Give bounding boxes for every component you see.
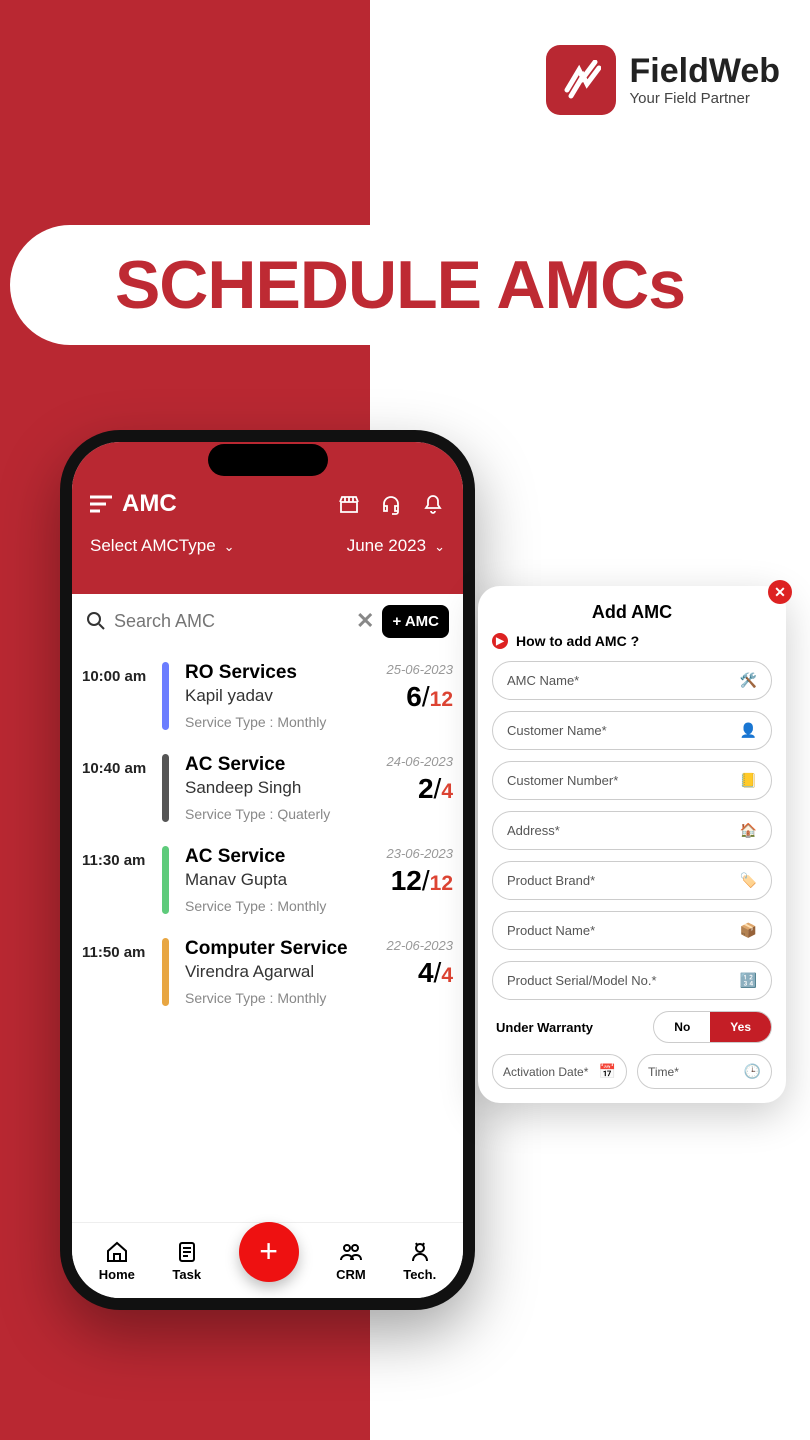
customer-name: Kapil yadav bbox=[185, 686, 377, 706]
product-name-field[interactable]: Product Name*📦 bbox=[492, 911, 772, 950]
item-count: 4/4 bbox=[387, 957, 454, 989]
month-selector[interactable]: June 2023⌄ bbox=[347, 536, 445, 556]
modal-title: Add AMC bbox=[492, 602, 772, 623]
app-title: AMC bbox=[122, 490, 177, 518]
color-bar bbox=[162, 662, 169, 730]
close-icon[interactable]: ✕ bbox=[768, 580, 792, 604]
chevron-down-icon: ⌄ bbox=[434, 539, 445, 555]
bell-icon[interactable] bbox=[421, 492, 445, 516]
customer-name: Manav Gupta bbox=[185, 870, 377, 890]
address-field[interactable]: Address*🏠 bbox=[492, 811, 772, 850]
nav-task[interactable]: Task bbox=[172, 1239, 201, 1282]
contact-icon: 📒 bbox=[740, 772, 757, 789]
tools-icon: 🛠️ bbox=[740, 672, 757, 689]
page-title: SCHEDULE AMCs bbox=[115, 246, 685, 324]
tag-icon: 🏷️ bbox=[740, 872, 757, 889]
person-icon: 👤 bbox=[740, 722, 757, 739]
headset-icon[interactable] bbox=[379, 492, 403, 516]
calendar-icon: 📅 bbox=[599, 1063, 616, 1080]
color-bar bbox=[162, 938, 169, 1006]
clock-icon: 🕒 bbox=[744, 1063, 761, 1080]
item-count: 2/4 bbox=[387, 773, 454, 805]
menu-icon[interactable] bbox=[90, 495, 112, 513]
amc-item[interactable]: 10:40 am AC Service Sandeep Singh Servic… bbox=[82, 742, 453, 834]
amc-item[interactable]: 10:00 am RO Services Kapil yadav Service… bbox=[82, 650, 453, 742]
crm-icon bbox=[339, 1239, 363, 1265]
store-icon[interactable] bbox=[337, 492, 361, 516]
item-date: 23-06-2023 bbox=[387, 846, 454, 861]
amc-list: 10:00 am RO Services Kapil yadav Service… bbox=[72, 644, 463, 1018]
nav-crm[interactable]: CRM bbox=[336, 1239, 366, 1282]
color-bar bbox=[162, 846, 169, 914]
search-icon bbox=[86, 611, 106, 631]
customer-name: Sandeep Singh bbox=[185, 778, 377, 798]
service-meta: Service Type : Monthly bbox=[185, 714, 377, 730]
fab-add[interactable]: + bbox=[239, 1222, 299, 1282]
item-date: 22-06-2023 bbox=[387, 938, 454, 953]
app-header: AMC Select AMCType⌄ June 2023⌄ bbox=[72, 442, 463, 594]
page-title-pill: SCHEDULE AMCs bbox=[10, 225, 790, 345]
item-date: 25-06-2023 bbox=[387, 662, 454, 677]
chevron-down-icon: ⌄ bbox=[224, 539, 235, 555]
serial-field[interactable]: Product Serial/Model No.*🔢 bbox=[492, 961, 772, 1000]
nav-home[interactable]: Home bbox=[99, 1239, 135, 1282]
item-count: 6/12 bbox=[387, 681, 454, 713]
warranty-row: Under Warranty No Yes bbox=[492, 1011, 772, 1043]
play-icon: ▶ bbox=[492, 633, 508, 649]
nav-tech[interactable]: Tech. bbox=[403, 1239, 436, 1282]
task-icon bbox=[175, 1239, 199, 1265]
search-input[interactable] bbox=[114, 611, 348, 632]
customer-name: Virendra Agarwal bbox=[185, 962, 377, 982]
box-icon: 📦 bbox=[740, 922, 757, 939]
home-icon: 🏠 bbox=[740, 822, 757, 839]
tech-icon bbox=[408, 1239, 432, 1265]
service-meta: Service Type : Quaterly bbox=[185, 806, 377, 822]
item-count: 12/12 bbox=[387, 865, 454, 897]
service-name: Computer Service bbox=[185, 938, 377, 960]
customer-name-field[interactable]: Customer Name*👤 bbox=[492, 711, 772, 750]
item-time: 10:40 am bbox=[82, 754, 152, 822]
brand-icon bbox=[546, 45, 616, 115]
service-meta: Service Type : Monthly bbox=[185, 898, 377, 914]
warranty-toggle[interactable]: No Yes bbox=[653, 1011, 772, 1043]
brand-tagline: Your Field Partner bbox=[630, 90, 781, 107]
amc-item[interactable]: 11:30 am AC Service Manav Gupta Service … bbox=[82, 834, 453, 926]
activation-date-field[interactable]: Activation Date*📅 bbox=[492, 1054, 627, 1089]
phone-screen: AMC Select AMCType⌄ June 2023⌄ ✕ + AMC bbox=[72, 442, 463, 1298]
color-bar bbox=[162, 754, 169, 822]
phone-frame: AMC Select AMCType⌄ June 2023⌄ ✕ + AMC bbox=[60, 430, 475, 1310]
amc-item[interactable]: 11:50 am Computer Service Virendra Agarw… bbox=[82, 926, 453, 1018]
service-name: RO Services bbox=[185, 662, 377, 684]
service-meta: Service Type : Monthly bbox=[185, 990, 377, 1006]
bottom-nav: Home Task + CRM Tech. bbox=[72, 1222, 463, 1298]
search-row: ✕ + AMC bbox=[72, 594, 463, 644]
add-amc-modal: ✕ Add AMC ▶How to add AMC ? AMC Name*🛠️ … bbox=[478, 586, 786, 1103]
warranty-yes[interactable]: Yes bbox=[710, 1012, 771, 1042]
item-time: 11:50 am bbox=[82, 938, 152, 1006]
amc-type-selector[interactable]: Select AMCType⌄ bbox=[90, 536, 235, 556]
amc-name-field[interactable]: AMC Name*🛠️ bbox=[492, 661, 772, 700]
brand-logo: FieldWeb Your Field Partner bbox=[546, 45, 781, 115]
service-name: AC Service bbox=[185, 754, 377, 776]
item-time: 10:00 am bbox=[82, 662, 152, 730]
warranty-no[interactable]: No bbox=[654, 1012, 710, 1042]
add-amc-button[interactable]: + AMC bbox=[382, 605, 449, 638]
howto-link[interactable]: ▶How to add AMC ? bbox=[492, 633, 772, 649]
brand-name: FieldWeb bbox=[630, 54, 781, 88]
warranty-label: Under Warranty bbox=[492, 1020, 653, 1035]
home-icon bbox=[105, 1239, 129, 1265]
time-field[interactable]: Time*🕒 bbox=[637, 1054, 772, 1089]
clear-search-icon[interactable]: ✕ bbox=[356, 608, 374, 634]
service-name: AC Service bbox=[185, 846, 377, 868]
barcode-icon: 🔢 bbox=[740, 972, 757, 989]
item-date: 24-06-2023 bbox=[387, 754, 454, 769]
item-time: 11:30 am bbox=[82, 846, 152, 914]
product-brand-field[interactable]: Product Brand*🏷️ bbox=[492, 861, 772, 900]
customer-number-field[interactable]: Customer Number*📒 bbox=[492, 761, 772, 800]
